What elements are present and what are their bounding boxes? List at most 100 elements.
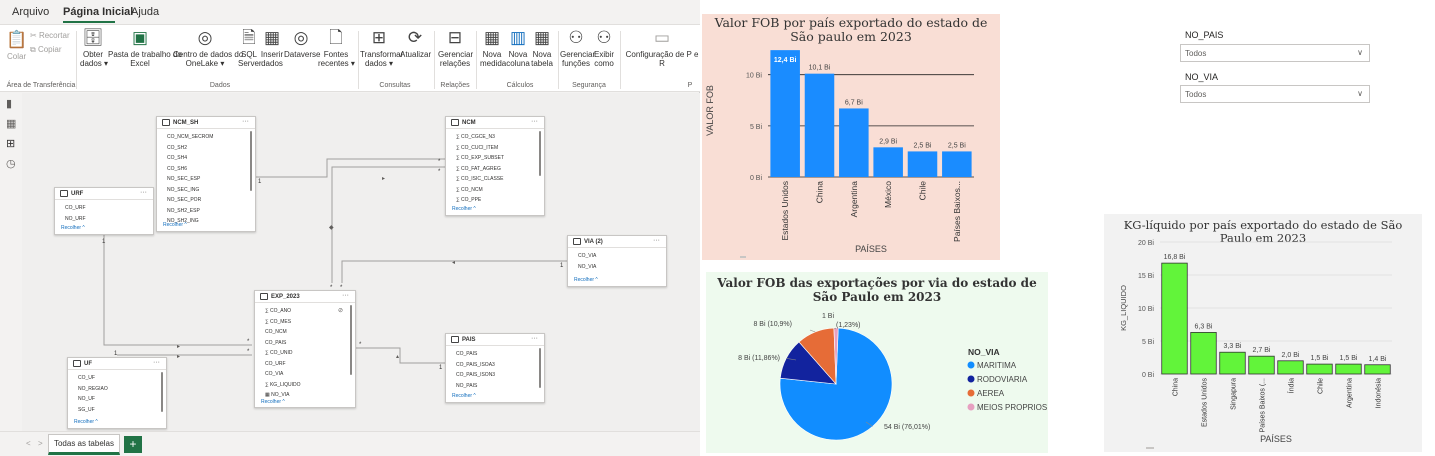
field-item[interactable]: NO_SH2_ESP xyxy=(167,206,255,217)
report-view-icon[interactable]: ▮ xyxy=(6,97,12,110)
field-item[interactable]: NO_SEC_POR xyxy=(167,195,255,206)
kg-by-country-chart[interactable]: KG-líquido por país exportado do estado … xyxy=(1104,214,1422,452)
scrollbar[interactable] xyxy=(539,131,541,176)
model-canvas[interactable]: 1 * * * * 1 1 * * 1 * 1 ▸ ◆ ◂ ▸ ▸ ▴ NCM_… xyxy=(22,93,700,431)
table-card-ncm[interactable]: NCM ··· ∑ CO_CGCE_N3 ∑ CO_CUCI_ITEM ∑ CO_… xyxy=(445,116,545,216)
field-item[interactable]: CO_PAIS xyxy=(456,349,544,360)
new-measure-button[interactable]: ▦ Nova medida xyxy=(480,29,506,69)
collapse-link[interactable]: Recolher ^ xyxy=(446,206,476,212)
relationship-line[interactable] xyxy=(356,347,445,364)
field-item[interactable]: CO_PAIS xyxy=(265,338,355,349)
slicer-dropdown-no-via[interactable]: Todos ∨ xyxy=(1180,85,1370,103)
dataverse-button[interactable]: ◎ Dataverse xyxy=(284,29,320,60)
field-item[interactable]: CO_SH2 xyxy=(167,143,255,154)
more-options-icon[interactable]: ··· xyxy=(531,335,538,342)
field-item[interactable]: NO_URF xyxy=(65,214,153,225)
recent-sources-button[interactable]: 🗋 Fontes recentes ▾ xyxy=(318,29,355,69)
relationship-line[interactable] xyxy=(331,166,445,283)
add-layout-button[interactable]: + xyxy=(124,436,142,453)
field-item[interactable]: ∑ CO_CGCE_N3 xyxy=(456,132,544,143)
new-table-button[interactable]: ▦ Nova tabela xyxy=(530,29,554,69)
field-item[interactable]: CO_VIA xyxy=(578,251,666,262)
fob-by-via-pie-chart[interactable]: Valor FOB das exportações por via do est… xyxy=(706,272,1048,453)
field-item[interactable]: CO_SH4 xyxy=(167,153,255,164)
field-item[interactable]: ∑ CO_ISIC_CLASSE xyxy=(456,174,544,185)
qa-setup-button[interactable]: ▭ Configuração de P e R xyxy=(624,29,700,68)
cut-button[interactable]: ✂ Recortar xyxy=(30,31,70,40)
field-item[interactable]: CO_URF xyxy=(265,359,355,370)
slicer-dropdown-no-pais[interactable]: Todos ∨ xyxy=(1180,44,1370,62)
field-item[interactable]: CO_SH6 xyxy=(167,164,255,175)
transform-data-button[interactable]: ⊞ Transformar dados ▾ xyxy=(360,29,403,69)
collapse-link[interactable]: Recolher ^ xyxy=(446,393,476,399)
table-card-uf[interactable]: UF ··· CO_UF NO_REGIAO NO_UF SG_UF Recolh… xyxy=(67,357,167,429)
sql-server-button[interactable]: 🗎 SQL Server xyxy=(238,29,262,69)
menu-tab-ajuda[interactable]: Ajuda xyxy=(131,6,159,18)
field-item[interactable]: CO_NCM_SECROM xyxy=(167,132,255,143)
scrollbar[interactable] xyxy=(161,372,163,412)
field-item[interactable]: CO_VIA xyxy=(265,369,355,380)
more-options-icon[interactable]: ··· xyxy=(153,359,160,366)
relationship-line[interactable] xyxy=(256,158,445,178)
get-data-button[interactable]: 🗄 Obter dados ▾ xyxy=(80,29,108,69)
table-card-ncm-sh[interactable]: NCM_SH ··· CO_NCM_SECROM CO_SH2 CO_SH4 CO… xyxy=(156,116,256,232)
field-item[interactable]: ∑ CO_MES xyxy=(265,317,355,328)
field-item[interactable]: NO_SEC_ING xyxy=(167,185,255,196)
more-options-icon[interactable]: ··· xyxy=(342,292,349,299)
field-item[interactable]: ∑ CO_CUCI_ITEM xyxy=(456,143,544,154)
field-item[interactable]: ∑ CO_EXP_SUBSET xyxy=(456,153,544,164)
table-card-via-2[interactable]: VIA (2) ··· CO_VIA NO_VIA Recolher ^ xyxy=(567,235,667,287)
field-item[interactable]: NO_UF xyxy=(78,394,166,405)
field-item[interactable]: CO_URF xyxy=(65,203,153,214)
table-view-icon[interactable]: ▦ xyxy=(6,117,16,130)
collapse-link[interactable]: Recolher ^ xyxy=(157,222,187,228)
onelake-button[interactable]: ◎ Centro de dados do OneLake ▾ xyxy=(173,29,243,69)
scrollbar[interactable] xyxy=(539,348,541,388)
more-options-icon[interactable]: ··· xyxy=(531,118,538,125)
manage-roles-button[interactable]: ⚇ Gerenciar funções xyxy=(560,29,595,69)
copy-button[interactable]: ⧉ Copiar xyxy=(30,45,62,54)
next-tab-arrow-icon[interactable]: > xyxy=(38,439,43,448)
prev-tab-arrow-icon[interactable]: < xyxy=(26,439,31,448)
field-item[interactable]: SG_UF xyxy=(78,405,166,416)
table-card-urf[interactable]: URF ··· CO_URF NO_URF Recolher ^ xyxy=(54,187,154,235)
view-as-button[interactable]: ⚇ Exibir como xyxy=(592,29,616,69)
more-options-icon[interactable]: ··· xyxy=(242,118,249,125)
collapse-link[interactable]: Recolher ^ xyxy=(255,399,285,405)
field-item[interactable]: NO_SEC_ESP xyxy=(167,174,255,185)
table-card-exp-2023[interactable]: EXP_2023 ··· ⊘ ∑ CO_ANO ∑ CO_MES CO_NCM C… xyxy=(254,290,356,408)
menu-tab-arquivo[interactable]: Arquivo xyxy=(12,6,49,18)
field-item[interactable]: ∑ CO_UNID xyxy=(265,348,355,359)
field-item[interactable]: NO_VIA xyxy=(578,262,666,273)
field-item[interactable]: ∑ CO_NCM xyxy=(456,185,544,196)
field-item[interactable]: ∑ KG_LIQUIDO xyxy=(265,380,355,391)
field-item[interactable]: CO_PAIS_ISON3 xyxy=(456,370,544,381)
more-options-icon[interactable]: ··· xyxy=(653,237,660,244)
field-item[interactable]: ∑ CO_PPE xyxy=(456,195,544,206)
field-item[interactable]: CO_NCM xyxy=(265,327,355,338)
field-item[interactable]: CO_UF xyxy=(78,373,166,384)
collapse-link[interactable]: Recolher ^ xyxy=(55,225,85,231)
new-column-button[interactable]: ▥ Nova coluna xyxy=(506,29,530,69)
collapse-link[interactable]: Recolher ^ xyxy=(68,419,98,425)
excel-button[interactable]: ▣ Pasta de trabalho do Excel xyxy=(108,29,182,69)
more-options-icon[interactable]: ··· xyxy=(140,189,147,196)
relationship-line[interactable] xyxy=(103,235,252,346)
menu-tab-pagina-inicial[interactable]: Página Inicial xyxy=(63,6,133,18)
dax-query-view-icon[interactable]: ◷ xyxy=(6,157,16,170)
paste-button[interactable]: 📋 Colar xyxy=(6,31,27,62)
collapse-link[interactable]: Recolher ^ xyxy=(568,277,598,283)
tab-todas-as-tabelas[interactable]: Todas as tabelas xyxy=(48,434,120,455)
scrollbar[interactable] xyxy=(350,305,352,375)
field-item[interactable]: NO_PAIS xyxy=(456,381,544,392)
enter-data-button[interactable]: ▦ Inserir dados xyxy=(260,29,284,69)
manage-relationships-button[interactable]: ⊟ Gerenciar relações xyxy=(438,29,473,69)
scrollbar[interactable] xyxy=(250,131,252,191)
field-item[interactable]: ∑ CO_FAT_AGREG xyxy=(456,164,544,175)
refresh-button[interactable]: ⟳ Atualizar xyxy=(400,29,431,60)
table-card-pais[interactable]: PAIS ··· CO_PAIS CO_PAIS_ISOA3 CO_PAIS_IS… xyxy=(445,333,545,403)
field-item[interactable]: CO_PAIS_ISOA3 xyxy=(456,360,544,371)
fob-by-country-chart[interactable]: Valor FOB por país exportado do estado d… xyxy=(702,14,1000,260)
field-item[interactable]: NO_REGIAO xyxy=(78,384,166,395)
model-view-icon[interactable]: ⊞ xyxy=(6,137,15,150)
